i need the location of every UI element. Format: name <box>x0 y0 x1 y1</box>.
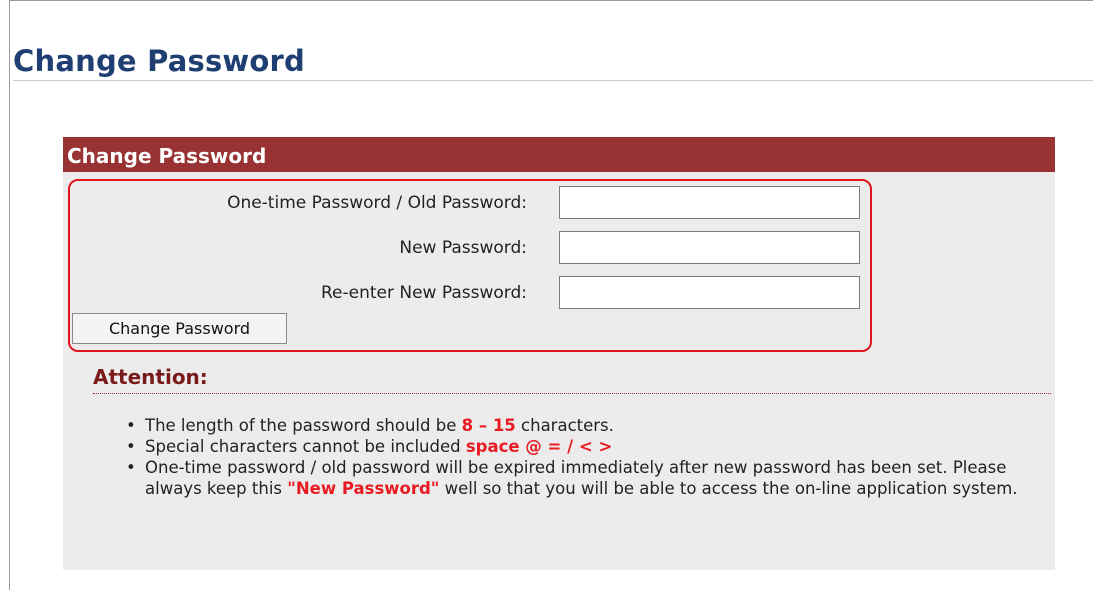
note-length: • The length of the password should be 8… <box>123 415 1053 436</box>
confirm-password-row: Re-enter New Password: <box>70 276 870 309</box>
panel-header: Change Password <box>63 137 1055 172</box>
note-expiry-suffix: well so that you will be able to access … <box>439 479 1018 498</box>
note-special-list: space @ = / < > <box>465 437 613 456</box>
new-password-input[interactable] <box>559 231 860 264</box>
note-expiry: • One-time password / old password will … <box>123 457 1053 499</box>
attention-heading: Attention: <box>93 365 1051 394</box>
old-password-input[interactable] <box>559 186 860 219</box>
note-special-chars: • Special characters cannot be included … <box>123 436 1053 457</box>
change-password-form: One-time Password / Old Password: New Pa… <box>68 179 872 352</box>
confirm-password-input[interactable] <box>559 276 860 309</box>
title-divider <box>13 80 1093 81</box>
page-title: Change Password <box>13 44 306 78</box>
confirm-password-label: Re-enter New Password: <box>320 283 527 303</box>
bullet-icon: • <box>126 416 136 435</box>
old-password-label: One-time Password / Old Password: <box>227 193 527 213</box>
note-length-text: The length of the password should be <box>145 416 462 435</box>
bullet-icon: • <box>126 437 136 456</box>
note-expiry-highlight: "New Password" <box>287 479 440 498</box>
new-password-row: New Password: <box>70 231 870 264</box>
note-special-text: Special characters cannot be included <box>145 437 466 456</box>
attention-notes: • The length of the password should be 8… <box>123 415 1053 499</box>
change-password-button[interactable]: Change Password <box>72 313 287 344</box>
change-password-panel: Change Password One-time Password / Old … <box>63 137 1055 570</box>
bullet-icon: • <box>126 458 136 477</box>
new-password-label: New Password: <box>399 238 527 258</box>
note-length-suffix: characters. <box>515 416 614 435</box>
old-password-row: One-time Password / Old Password: <box>70 186 870 219</box>
note-length-range: 8 – 15 <box>461 416 516 435</box>
